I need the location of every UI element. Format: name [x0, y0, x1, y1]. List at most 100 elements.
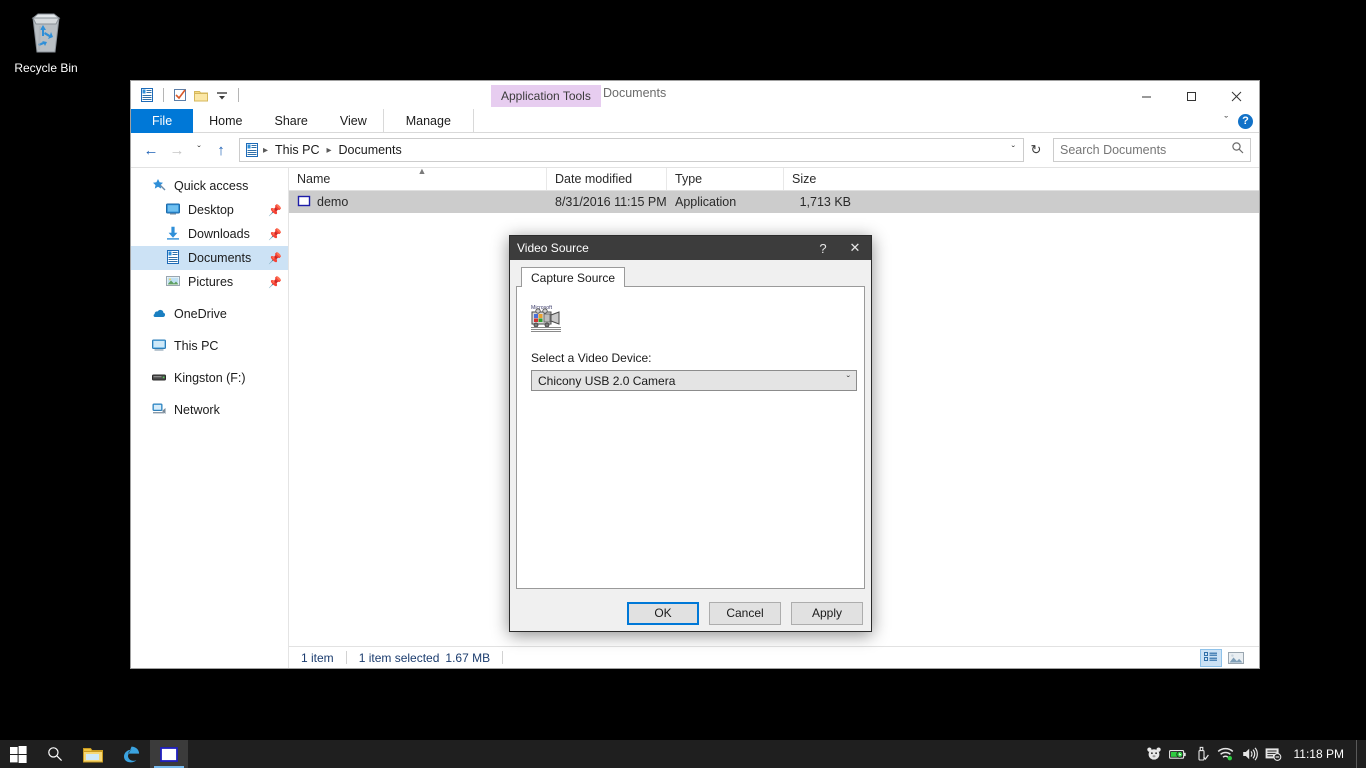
recent-locations-button[interactable]: ˇ [191, 138, 207, 162]
details-view-button[interactable] [1200, 649, 1222, 667]
breadcrumb-separator-1[interactable]: ▸ [262, 145, 269, 156]
address-dropdown-icon[interactable]: ˇ [1012, 145, 1019, 156]
file-explorer-taskbar-button[interactable] [74, 740, 112, 768]
taskbar-clock[interactable]: 11:18 PM [1286, 740, 1356, 768]
quick-access-toolbar[interactable] [131, 81, 242, 109]
breadcrumb-this-pc[interactable]: This PC [271, 143, 323, 157]
large-icons-view-button[interactable] [1225, 649, 1247, 667]
dialog-help-button[interactable]: ? [807, 236, 839, 260]
column-header-type[interactable]: Type [667, 168, 784, 190]
wifi-tray-icon[interactable] [1214, 740, 1238, 768]
close-button[interactable] [1214, 81, 1259, 111]
pin-icon[interactable]: 📌 [268, 204, 282, 217]
address-bar[interactable]: ▸ This PC ▸ Documents ˇ [239, 138, 1024, 162]
table-row[interactable]: demo 8/31/2016 11:15 PM Application 1,71… [289, 191, 1259, 213]
battery-tray-icon[interactable] [1166, 740, 1190, 768]
explorer-title-bar[interactable]: Application Tools Documents [131, 81, 1259, 109]
pin-icon[interactable]: 📌 [268, 228, 282, 241]
apply-button[interactable]: Apply [791, 602, 863, 625]
qat-separator [163, 88, 164, 102]
help-button[interactable]: ? [1238, 114, 1253, 129]
action-center-tray-icon[interactable] [1262, 740, 1286, 768]
tab-file[interactable]: File [131, 109, 193, 133]
sidebar-item-label: Downloads [188, 227, 250, 241]
chevron-down-icon[interactable]: ˇ [847, 375, 850, 386]
dialog-close-button[interactable]: ✕ [839, 236, 871, 260]
column-header-row[interactable]: ▲ Name Date modified Type Size [289, 168, 1259, 191]
volume-tray-icon[interactable] [1238, 740, 1262, 768]
file-name-cell[interactable]: demo [289, 194, 547, 211]
cancel-button[interactable]: Cancel [709, 602, 781, 625]
maximize-button[interactable] [1169, 81, 1214, 111]
sidebar-item-label: Kingston (F:) [174, 371, 246, 385]
sidebar-item-kingston-f[interactable]: Kingston (F:) [131, 366, 288, 390]
demo-app-taskbar-button[interactable] [150, 740, 188, 768]
edge-taskbar-button[interactable] [112, 740, 150, 768]
documents-icon[interactable] [139, 87, 155, 103]
window-controls[interactable] [1124, 81, 1259, 111]
tab-view[interactable]: View [324, 109, 383, 133]
column-header-size[interactable]: Size [784, 168, 859, 190]
show-desktop-button[interactable] [1356, 740, 1362, 768]
usb-eject-tray-icon[interactable] [1190, 740, 1214, 768]
status-selection: 1 item selected [359, 651, 446, 665]
customize-qat-icon[interactable] [214, 87, 230, 103]
sidebar-item-desktop[interactable]: Desktop 📌 [131, 198, 288, 222]
search-icon[interactable] [1231, 141, 1244, 159]
video-source-dialog[interactable]: Video Source ? ✕ Capture Source Microsof… [509, 235, 872, 632]
ok-button[interactable]: OK [627, 602, 699, 625]
navigation-pane[interactable]: Quick access Desktop 📌 [131, 168, 289, 668]
sidebar-item-network[interactable]: Network [131, 398, 288, 422]
tab-home[interactable]: Home [193, 109, 258, 133]
sort-ascending-icon: ▲ [418, 166, 427, 176]
start-button[interactable] [0, 740, 36, 768]
system-tray[interactable]: 11:18 PM [1142, 740, 1366, 768]
desktop-icon-recycle-bin[interactable]: Recycle Bin [4, 8, 88, 77]
up-button[interactable]: ↑ [209, 138, 233, 162]
tab-manage[interactable]: Manage [383, 109, 474, 133]
dialog-tab-strip[interactable]: Capture Source [516, 267, 865, 287]
new-folder-icon[interactable] [193, 87, 209, 103]
view-mode-buttons[interactable] [1200, 649, 1247, 667]
onedrive-icon [151, 305, 167, 324]
star-pin-icon [151, 177, 167, 196]
recycle-bin-icon [4, 8, 88, 56]
ribbon-tab-strip[interactable]: File Home Share View Manage ˇ ? [131, 109, 1259, 133]
back-button[interactable]: ← [139, 138, 163, 162]
downloads-icon [165, 225, 181, 244]
sidebar-item-documents[interactable]: Documents 📌 [131, 246, 288, 270]
pin-icon[interactable]: 📌 [268, 276, 282, 289]
column-header-date-modified[interactable]: Date modified [547, 168, 667, 190]
sidebar-item-quick-access[interactable]: Quick access [131, 174, 288, 198]
tab-capture-source[interactable]: Capture Source [521, 267, 625, 287]
bear-tray-icon[interactable] [1142, 740, 1166, 768]
column-header-name[interactable]: ▲ Name [289, 168, 547, 190]
video-device-dropdown[interactable]: Chicony USB 2.0 Camera ˇ [531, 370, 857, 391]
screen: Recycle Bin [0, 0, 1366, 768]
address-bar-row[interactable]: ← → ˇ ↑ ▸ This PC [131, 133, 1259, 167]
breadcrumb-documents[interactable]: Documents [335, 143, 406, 157]
search-box[interactable] [1053, 138, 1251, 162]
sidebar-item-this-pc[interactable]: This PC [131, 334, 288, 358]
dialog-title-label: Video Source [517, 241, 589, 255]
breadcrumb-separator-2[interactable]: ▸ [325, 145, 332, 156]
refresh-button[interactable]: ↻ [1026, 139, 1046, 161]
dialog-title-buttons[interactable]: ? ✕ [807, 236, 871, 260]
ribbon-right-controls[interactable]: ˇ ? [1224, 109, 1253, 133]
tab-share[interactable]: Share [259, 109, 324, 133]
search-button[interactable] [36, 740, 74, 768]
sidebar-item-pictures[interactable]: Pictures 📌 [131, 270, 288, 294]
dialog-title-bar[interactable]: Video Source ? ✕ [510, 236, 871, 260]
sidebar-item-downloads[interactable]: Downloads 📌 [131, 222, 288, 246]
forward-button[interactable]: → [165, 138, 189, 162]
taskbar[interactable]: 11:18 PM [0, 740, 1366, 768]
application-window-icon [297, 194, 311, 211]
sidebar-item-onedrive[interactable]: OneDrive [131, 302, 288, 326]
address-right-controls[interactable]: ↻ [1026, 138, 1251, 162]
column-header-label: Name [297, 172, 330, 186]
minimize-button[interactable] [1124, 81, 1169, 111]
chevron-down-icon[interactable]: ˇ [1224, 115, 1228, 127]
search-input[interactable] [1060, 143, 1231, 157]
pin-icon[interactable]: 📌 [268, 252, 282, 265]
properties-icon[interactable] [172, 87, 188, 103]
